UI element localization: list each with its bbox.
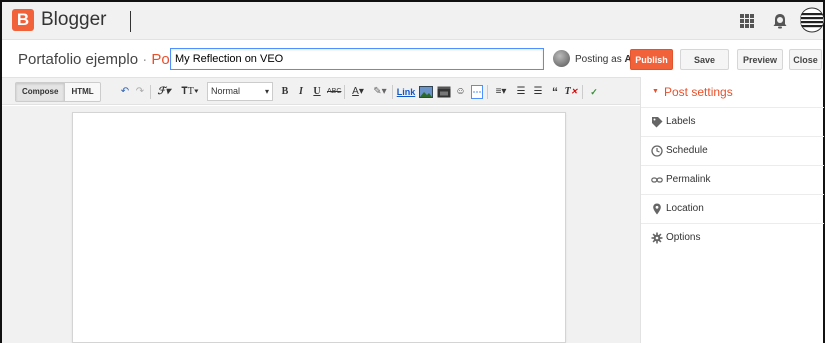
toolbar-divider bbox=[487, 85, 488, 99]
blogger-logo-icon[interactable]: B bbox=[12, 9, 34, 31]
sidebar-item-labels[interactable]: Labels bbox=[641, 107, 824, 136]
sidebar-item-options[interactable]: Options bbox=[641, 223, 824, 252]
editor-toolbar: Compose HTML ↶ ↷ ℱ▾ 𝐓T▾ Normal ▾ B I U A… bbox=[2, 77, 640, 105]
post-settings-header[interactable]: ▼ Post settings bbox=[641, 77, 824, 107]
save-button[interactable]: Save bbox=[680, 49, 729, 70]
post-title-row: Portafolio ejemplo · Post Posting as A P… bbox=[2, 41, 823, 77]
insert-video-icon[interactable] bbox=[437, 86, 451, 98]
preview-button[interactable]: Preview bbox=[737, 49, 783, 70]
bold-icon[interactable]: B bbox=[279, 84, 291, 100]
sidebar-item-permalink[interactable]: Permalink bbox=[641, 165, 824, 194]
apps-grid-icon[interactable] bbox=[740, 14, 754, 28]
location-pin-icon bbox=[653, 203, 661, 215]
format-select[interactable]: Normal ▾ bbox=[207, 82, 273, 101]
sidebar-item-location[interactable]: Location bbox=[641, 194, 824, 223]
text-color-icon[interactable]: A▾ bbox=[348, 84, 368, 100]
post-settings-sidebar: ▼ Post settings Labels Schedule Permalin… bbox=[640, 77, 824, 343]
strikethrough-icon[interactable]: ABC bbox=[327, 84, 341, 100]
quote-icon[interactable]: “ bbox=[548, 84, 562, 100]
publish-button[interactable]: Publish bbox=[630, 49, 673, 70]
font-size-icon[interactable]: 𝐓T▾ bbox=[177, 84, 203, 100]
numbered-list-icon[interactable]: ☰ bbox=[514, 84, 528, 100]
mode-tabs: Compose HTML bbox=[15, 82, 101, 102]
breadcrumb-separator: · bbox=[142, 51, 148, 68]
spellcheck-icon[interactable]: ✓ bbox=[586, 84, 602, 100]
bulleted-list-icon[interactable]: ☰ bbox=[531, 84, 545, 100]
user-avatar bbox=[553, 50, 570, 67]
sidebar-item-schedule[interactable]: Schedule bbox=[641, 136, 824, 165]
close-button[interactable]: Close bbox=[789, 49, 822, 70]
toolbar-divider bbox=[582, 85, 583, 99]
remove-formatting-icon[interactable]: T✕ bbox=[564, 84, 578, 100]
gear-icon bbox=[651, 232, 663, 244]
link-icon bbox=[651, 177, 663, 183]
insert-link-button[interactable]: Link bbox=[395, 84, 417, 100]
notification-icon[interactable] bbox=[773, 13, 787, 29]
tab-compose[interactable]: Compose bbox=[16, 83, 65, 101]
toolbar-divider bbox=[392, 85, 393, 99]
redo-icon[interactable]: ↷ bbox=[134, 84, 146, 100]
clock-icon bbox=[651, 145, 663, 157]
app-name[interactable]: Blogger bbox=[41, 9, 107, 31]
posting-as-text: Posting as A bbox=[575, 54, 632, 65]
jump-break-icon[interactable] bbox=[471, 85, 483, 99]
toolbar-divider bbox=[344, 85, 345, 99]
brand-divider bbox=[130, 11, 131, 32]
alignment-icon[interactable]: ≡▾ bbox=[491, 84, 511, 100]
highlight-color-icon[interactable]: ✎▾ bbox=[371, 84, 389, 100]
tab-html[interactable]: HTML bbox=[64, 83, 100, 101]
account-avatar-icon[interactable] bbox=[800, 7, 824, 33]
emoji-icon[interactable]: ☺ bbox=[454, 84, 467, 100]
top-bar: B Blogger bbox=[2, 2, 824, 40]
post-body-editor[interactable] bbox=[72, 112, 566, 343]
tag-icon bbox=[652, 117, 663, 128]
post-title-input[interactable] bbox=[170, 48, 544, 70]
toolbar-divider bbox=[150, 85, 151, 99]
chevron-down-icon: ▾ bbox=[264, 87, 269, 96]
breadcrumb: Portafolio ejemplo · Post bbox=[18, 51, 181, 68]
insert-image-icon[interactable] bbox=[419, 86, 433, 98]
chevron-down-icon: ▼ bbox=[652, 88, 659, 95]
blog-name[interactable]: Portafolio ejemplo bbox=[18, 51, 138, 68]
font-family-icon[interactable]: ℱ▾ bbox=[154, 84, 174, 100]
underline-icon[interactable]: U bbox=[311, 84, 323, 100]
italic-icon[interactable]: I bbox=[295, 84, 307, 100]
undo-icon[interactable]: ↶ bbox=[119, 84, 131, 100]
